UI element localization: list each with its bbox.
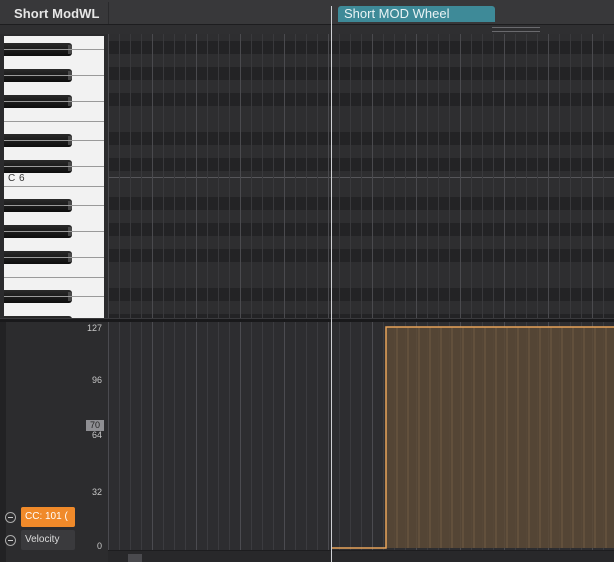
y-axis-label: 96 xyxy=(91,375,102,385)
lane-scrollbar[interactable] xyxy=(108,550,614,562)
current-value-badge: 70 xyxy=(86,420,104,431)
grid-line xyxy=(185,34,186,318)
grid-line xyxy=(207,34,208,318)
white-key-edge xyxy=(4,186,104,187)
grid-line xyxy=(306,34,307,318)
white-key-edge xyxy=(4,101,104,102)
lane-edge xyxy=(0,322,6,562)
grid-line xyxy=(130,34,131,318)
grid-line xyxy=(416,34,417,318)
grid-line xyxy=(383,34,384,318)
white-key-edge xyxy=(4,121,104,122)
y-axis-label: 32 xyxy=(91,487,102,497)
y-axis-label: 0 xyxy=(96,541,102,551)
white-key-edge xyxy=(4,257,104,258)
grid-line xyxy=(559,34,560,318)
editor-header: Short ModWL Short MOD Wheel xyxy=(0,0,614,27)
grid-line xyxy=(493,34,494,318)
grid-line xyxy=(548,34,549,318)
playhead[interactable] xyxy=(331,6,332,562)
grid-line xyxy=(141,34,142,318)
grid-line xyxy=(581,34,582,318)
piano-keyboard[interactable]: C 6C 5 xyxy=(4,36,104,318)
scroll-grip-line xyxy=(492,31,540,32)
grid-line xyxy=(152,34,153,318)
velocity-lane-button[interactable]: Velocity xyxy=(21,530,75,550)
grid-line xyxy=(592,34,593,318)
grid-line xyxy=(361,34,362,318)
minus-circle-icon[interactable] xyxy=(5,535,16,546)
grid-line xyxy=(570,34,571,318)
grid-line xyxy=(394,34,395,318)
grid-line xyxy=(119,34,120,318)
grid-line xyxy=(295,34,296,318)
grid-line xyxy=(229,34,230,318)
piano-roll[interactable]: C 6C 5 xyxy=(0,34,614,318)
minus-circle-icon[interactable] xyxy=(5,512,16,523)
region-name: Short MOD Wheel xyxy=(344,6,450,21)
grid-line xyxy=(482,34,483,318)
grid-line xyxy=(438,34,439,318)
cc-lane-button[interactable]: CC: 101 ( xyxy=(21,507,75,527)
grid-line xyxy=(603,34,604,318)
note-grid[interactable] xyxy=(108,34,614,318)
grid-line xyxy=(339,34,340,318)
octave-label: C 6 xyxy=(6,173,28,184)
grid-line xyxy=(526,34,527,318)
white-key-edge xyxy=(4,277,104,278)
white-key-edge xyxy=(4,75,104,76)
scroll-thumb[interactable] xyxy=(128,554,142,562)
grid-line xyxy=(317,34,318,318)
scroll-grip-line xyxy=(492,27,540,28)
grid-line xyxy=(163,34,164,318)
grid-line xyxy=(350,34,351,318)
header-divider xyxy=(108,2,109,24)
midi-editor: Short ModWL Short MOD Wheel C 6C 5 127 9… xyxy=(0,0,614,562)
grid-line xyxy=(504,34,505,318)
automation-fill xyxy=(386,327,614,548)
grid-line xyxy=(537,34,538,318)
track-name: Short ModWL xyxy=(14,6,100,21)
white-key-edge xyxy=(4,140,104,141)
white-key-edge xyxy=(4,205,104,206)
grid-line xyxy=(174,34,175,318)
white-key-edge xyxy=(4,49,104,50)
grid-line xyxy=(515,34,516,318)
white-key-edge xyxy=(4,166,104,167)
grid-line xyxy=(405,34,406,318)
grid-line xyxy=(273,34,274,318)
white-key-edge xyxy=(4,296,104,297)
grid-line xyxy=(108,34,109,318)
grid-line xyxy=(460,34,461,318)
grid-line xyxy=(240,34,241,318)
white-key-edge xyxy=(4,231,104,232)
grid-line xyxy=(471,34,472,318)
grid-line xyxy=(284,34,285,318)
grid-line xyxy=(328,34,329,318)
grid-line xyxy=(372,34,373,318)
grid-line xyxy=(449,34,450,318)
grid-line xyxy=(251,34,252,318)
grid-line xyxy=(196,34,197,318)
y-axis-label: 127 xyxy=(86,323,102,333)
y-axis-label: 64 xyxy=(91,430,102,440)
automation-curve[interactable] xyxy=(108,322,614,550)
region-tab[interactable]: Short MOD Wheel xyxy=(338,6,495,22)
grid-line xyxy=(218,34,219,318)
grid-line xyxy=(262,34,263,318)
grid-line xyxy=(427,34,428,318)
